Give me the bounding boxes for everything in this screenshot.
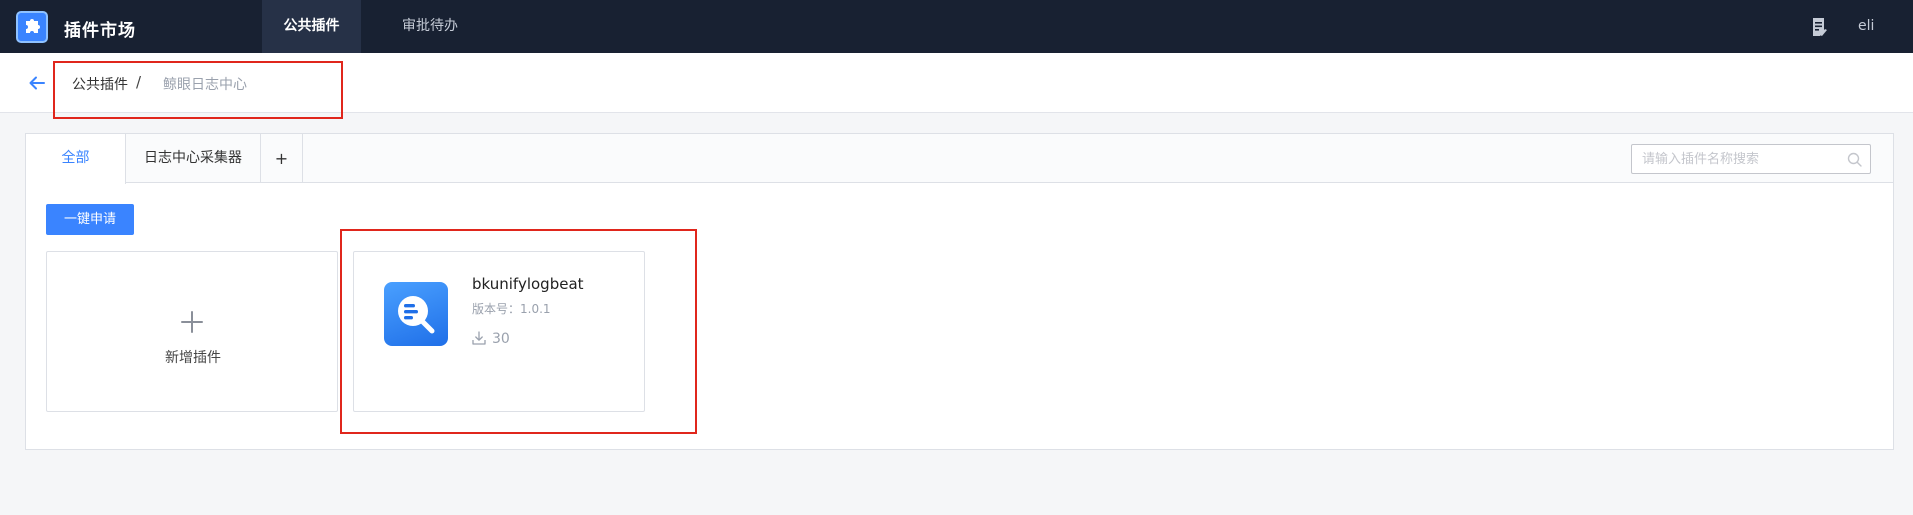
add-plugin-card[interactable]: 新增插件 <box>46 251 338 412</box>
nav-tab-public-plugins[interactable]: 公共插件 <box>262 0 361 53</box>
tab-log-collector[interactable]: 日志中心采集器 <box>126 134 261 183</box>
add-plugin-label: 新增插件 <box>165 350 221 366</box>
tab-all[interactable]: 全部 <box>26 134 126 184</box>
search-field <box>1631 144 1871 174</box>
search-icon[interactable] <box>1847 152 1862 171</box>
document-icon[interactable] <box>1811 17 1829 41</box>
plus-icon <box>180 310 204 338</box>
one-click-apply-button[interactable]: 一键申请 <box>46 204 134 235</box>
search-input[interactable] <box>1632 145 1842 173</box>
puzzle-icon[interactable] <box>16 11 48 43</box>
arrow-left-icon[interactable] <box>29 75 45 94</box>
tab-add[interactable]: + <box>261 134 303 183</box>
nav-tab-approvals[interactable]: 审批待办 <box>380 0 480 53</box>
category-tab-bar: 全部 日志中心采集器 + <box>26 134 1893 184</box>
annotation-box-plugin-card <box>340 229 697 434</box>
app-title: 插件市场 <box>64 21 136 41</box>
user-name[interactable]: eli <box>1858 18 1874 34</box>
top-navigation-bar: 插件市场 公共插件 审批待办 eli <box>0 0 1913 53</box>
annotation-box-breadcrumb <box>53 61 343 119</box>
plugin-panel: 全部 日志中心采集器 + 一键申请 新增插件 <box>25 133 1894 450</box>
